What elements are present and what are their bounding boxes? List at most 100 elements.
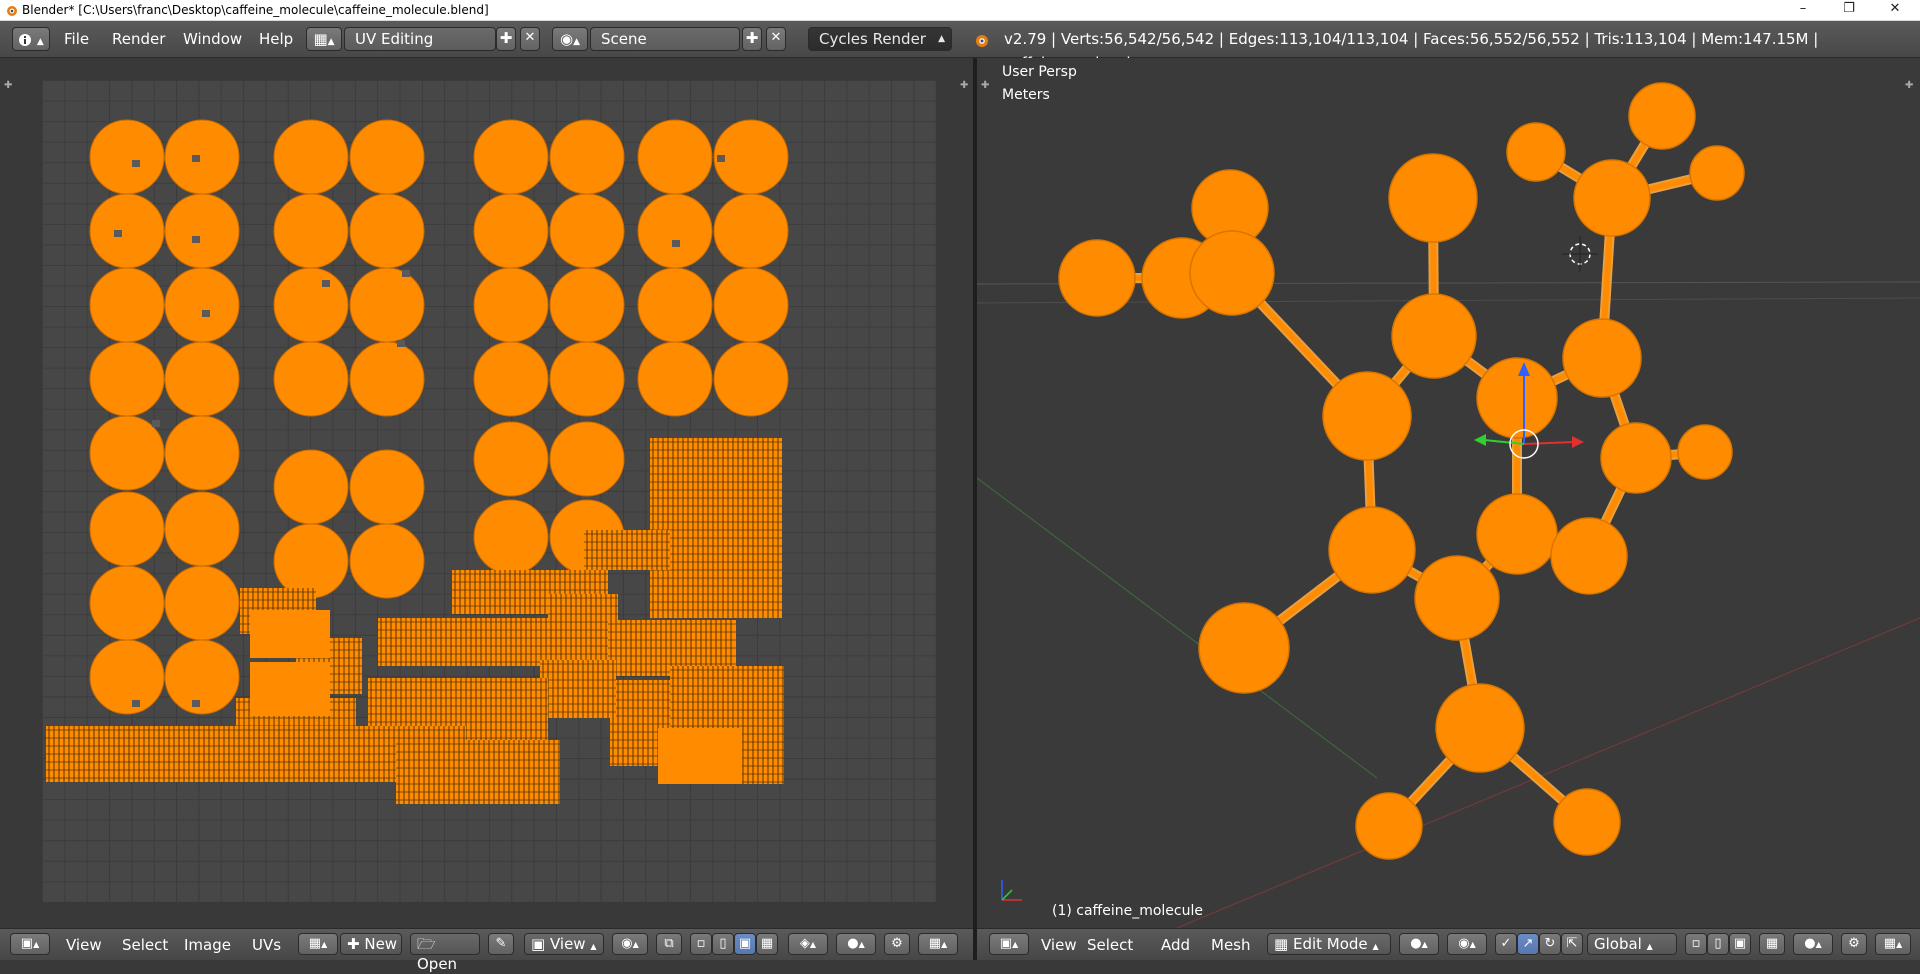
menu-help[interactable]: Help [259,27,293,51]
sticky-selection-button[interactable]: ◈▲ [788,933,828,955]
edge-select-icon[interactable]: ▯ [712,933,734,955]
new-image-label: New [364,935,398,953]
transform-orientation-select[interactable]: Global ▲ [1587,933,1677,955]
view3d-menu-view[interactable]: View [1041,933,1077,957]
uv-island-sphere [273,267,349,343]
menu-file[interactable]: File [64,27,89,51]
view3d-menu-add[interactable]: Add [1161,933,1190,957]
3d-viewport[interactable]: ✚ ✚ User Persp Meters (1) caffeine_molec… [977,58,1920,928]
atom-sphere [1573,159,1651,237]
uv-menu-view[interactable]: View [66,933,102,957]
uv-island-sphere [273,449,349,525]
uv-island-sphere [713,119,789,195]
view3d-menu-select[interactable]: Select [1087,933,1133,957]
edit-mode-icon: ▦ [1274,935,1289,953]
screen-layout-selector-button[interactable]: ▦▲ [306,27,342,51]
uv-island-cylinder [396,740,560,804]
folder-icon: 🗁 [417,935,436,953]
delete-scene-icon[interactable]: ✕ [766,27,786,51]
snap-icon[interactable]: ⚙ [884,933,910,955]
menu-render[interactable]: Render [112,27,165,51]
interaction-mode-label: Edit Mode [1292,935,1368,953]
uv-island-sphere [89,415,165,491]
uv-island-sphere [349,119,425,195]
rotate-manipulator-icon[interactable]: ↻ [1539,933,1561,955]
uv-island-flat [250,610,330,658]
uv-island-sphere [349,523,425,599]
new-image-button[interactable]: ✚ New [340,933,402,955]
atom-sphere [1689,145,1745,201]
uv-island-seam [132,160,140,167]
proportional-edit-3d-button[interactable]: ●▲ [1793,933,1833,955]
add-scene-icon[interactable]: ✚ [742,27,762,51]
uv-image-editor[interactable]: ✚ ✚ [0,58,973,928]
pin-icon[interactable]: ✎ [488,933,514,955]
snap-target-button[interactable]: ▦▲ [918,933,958,955]
render-engine-select[interactable]: Cycles Render ▲ [808,27,952,51]
uv-island-seam [152,420,160,427]
transform-orientation-label: Global [1594,935,1642,953]
uv-island-sphere [89,491,165,567]
atom-sphere [1550,517,1628,595]
uv-menu-select[interactable]: Select [122,933,168,957]
editor-type-info-button[interactable]: ▲ [12,27,50,51]
manipulator-x-axis [1523,441,1575,445]
vertex-select-mode-icon[interactable]: ▫ [1685,933,1707,955]
add-screen-icon[interactable]: ✚ [496,27,516,51]
uv-island-seam [132,700,140,707]
uv-menu-image[interactable]: Image [184,933,231,957]
uv-island-sphere [349,267,425,343]
editor-type-uv-button[interactable]: ▣▲ [10,933,50,955]
translate-manipulator-icon[interactable]: ↗ [1517,933,1539,955]
view-mode-select[interactable]: ▣ View ▲ [524,933,604,955]
island-select-icon[interactable]: ▦ [756,933,778,955]
pivot-point-button[interactable]: ◉▲ [612,933,648,955]
pivot-point-3d-button[interactable]: ◉▲ [1447,933,1487,955]
info-header: ▲ File Render Window Help ▦▲ UV Editing … [0,21,1920,72]
region-toggle-icon[interactable]: ✚ [960,80,968,91]
region-toggle-icon[interactable]: ✚ [4,80,12,91]
dropdown-arrow-icon: ▲ [938,34,945,44]
face-select-icon[interactable]: ▣ [734,933,756,955]
molecule-mesh [977,82,1920,928]
interaction-mode-select[interactable]: ▦ Edit Mode ▲ [1267,933,1391,955]
snap-element-button[interactable]: ▦▲ [1875,933,1911,955]
uv-island-sphere [713,267,789,343]
occlude-geometry-icon[interactable]: ▦ [1759,933,1785,955]
delete-screen-icon[interactable]: ✕ [520,27,540,51]
minimize-icon[interactable]: – [1780,0,1826,20]
close-icon[interactable]: ✕ [1872,0,1918,20]
uv-island-sphere [473,267,549,343]
scene-field[interactable]: Scene [590,27,740,51]
uv-island-sphere [549,119,625,195]
restore-icon[interactable]: ❐ [1826,0,1872,20]
menu-window[interactable]: Window [183,27,242,51]
uv-island-sphere [89,267,165,343]
uv-canvas[interactable] [42,80,936,902]
viewport-shading-button[interactable]: ●▲ [1399,933,1439,955]
view3d-menu-mesh[interactable]: Mesh [1211,933,1251,957]
sync-selection-icon[interactable]: ⧉ [656,933,682,955]
grid-axis-y-line [977,477,1378,779]
uv-island-sphere [164,415,240,491]
face-select-mode-icon[interactable]: ▣ [1729,933,1751,955]
blender-logo-icon [7,6,17,16]
uv-island-sphere [549,267,625,343]
scene-selector-button[interactable]: ◉▲ [552,27,588,51]
editor-type-3d-button[interactable]: ▣▲ [989,933,1029,955]
browse-image-button[interactable]: ▦▲ [298,933,338,955]
manipulator-toggle-icon[interactable]: ✓ [1495,933,1517,955]
3d-view-icon: ▣ [999,936,1013,951]
proportional-edit-button[interactable]: ●▲ [836,933,876,955]
atom-sphere [1322,371,1412,461]
scale-manipulator-icon[interactable]: ⇱ [1561,933,1583,955]
snap-3d-icon[interactable]: ⚙ [1841,933,1867,955]
screen-layout-field[interactable]: UV Editing [344,27,496,51]
vertex-select-icon[interactable]: ▫ [690,933,712,955]
atom-sphere [1355,792,1423,860]
uv-menu-uvs[interactable]: UVs [252,933,281,957]
edge-select-mode-icon[interactable]: ▯ [1707,933,1729,955]
open-image-button[interactable]: 🗁 Open [410,933,480,973]
uv-island-sphere [549,341,625,417]
active-object-label: (1) caffeine_molecule [1052,903,1203,919]
